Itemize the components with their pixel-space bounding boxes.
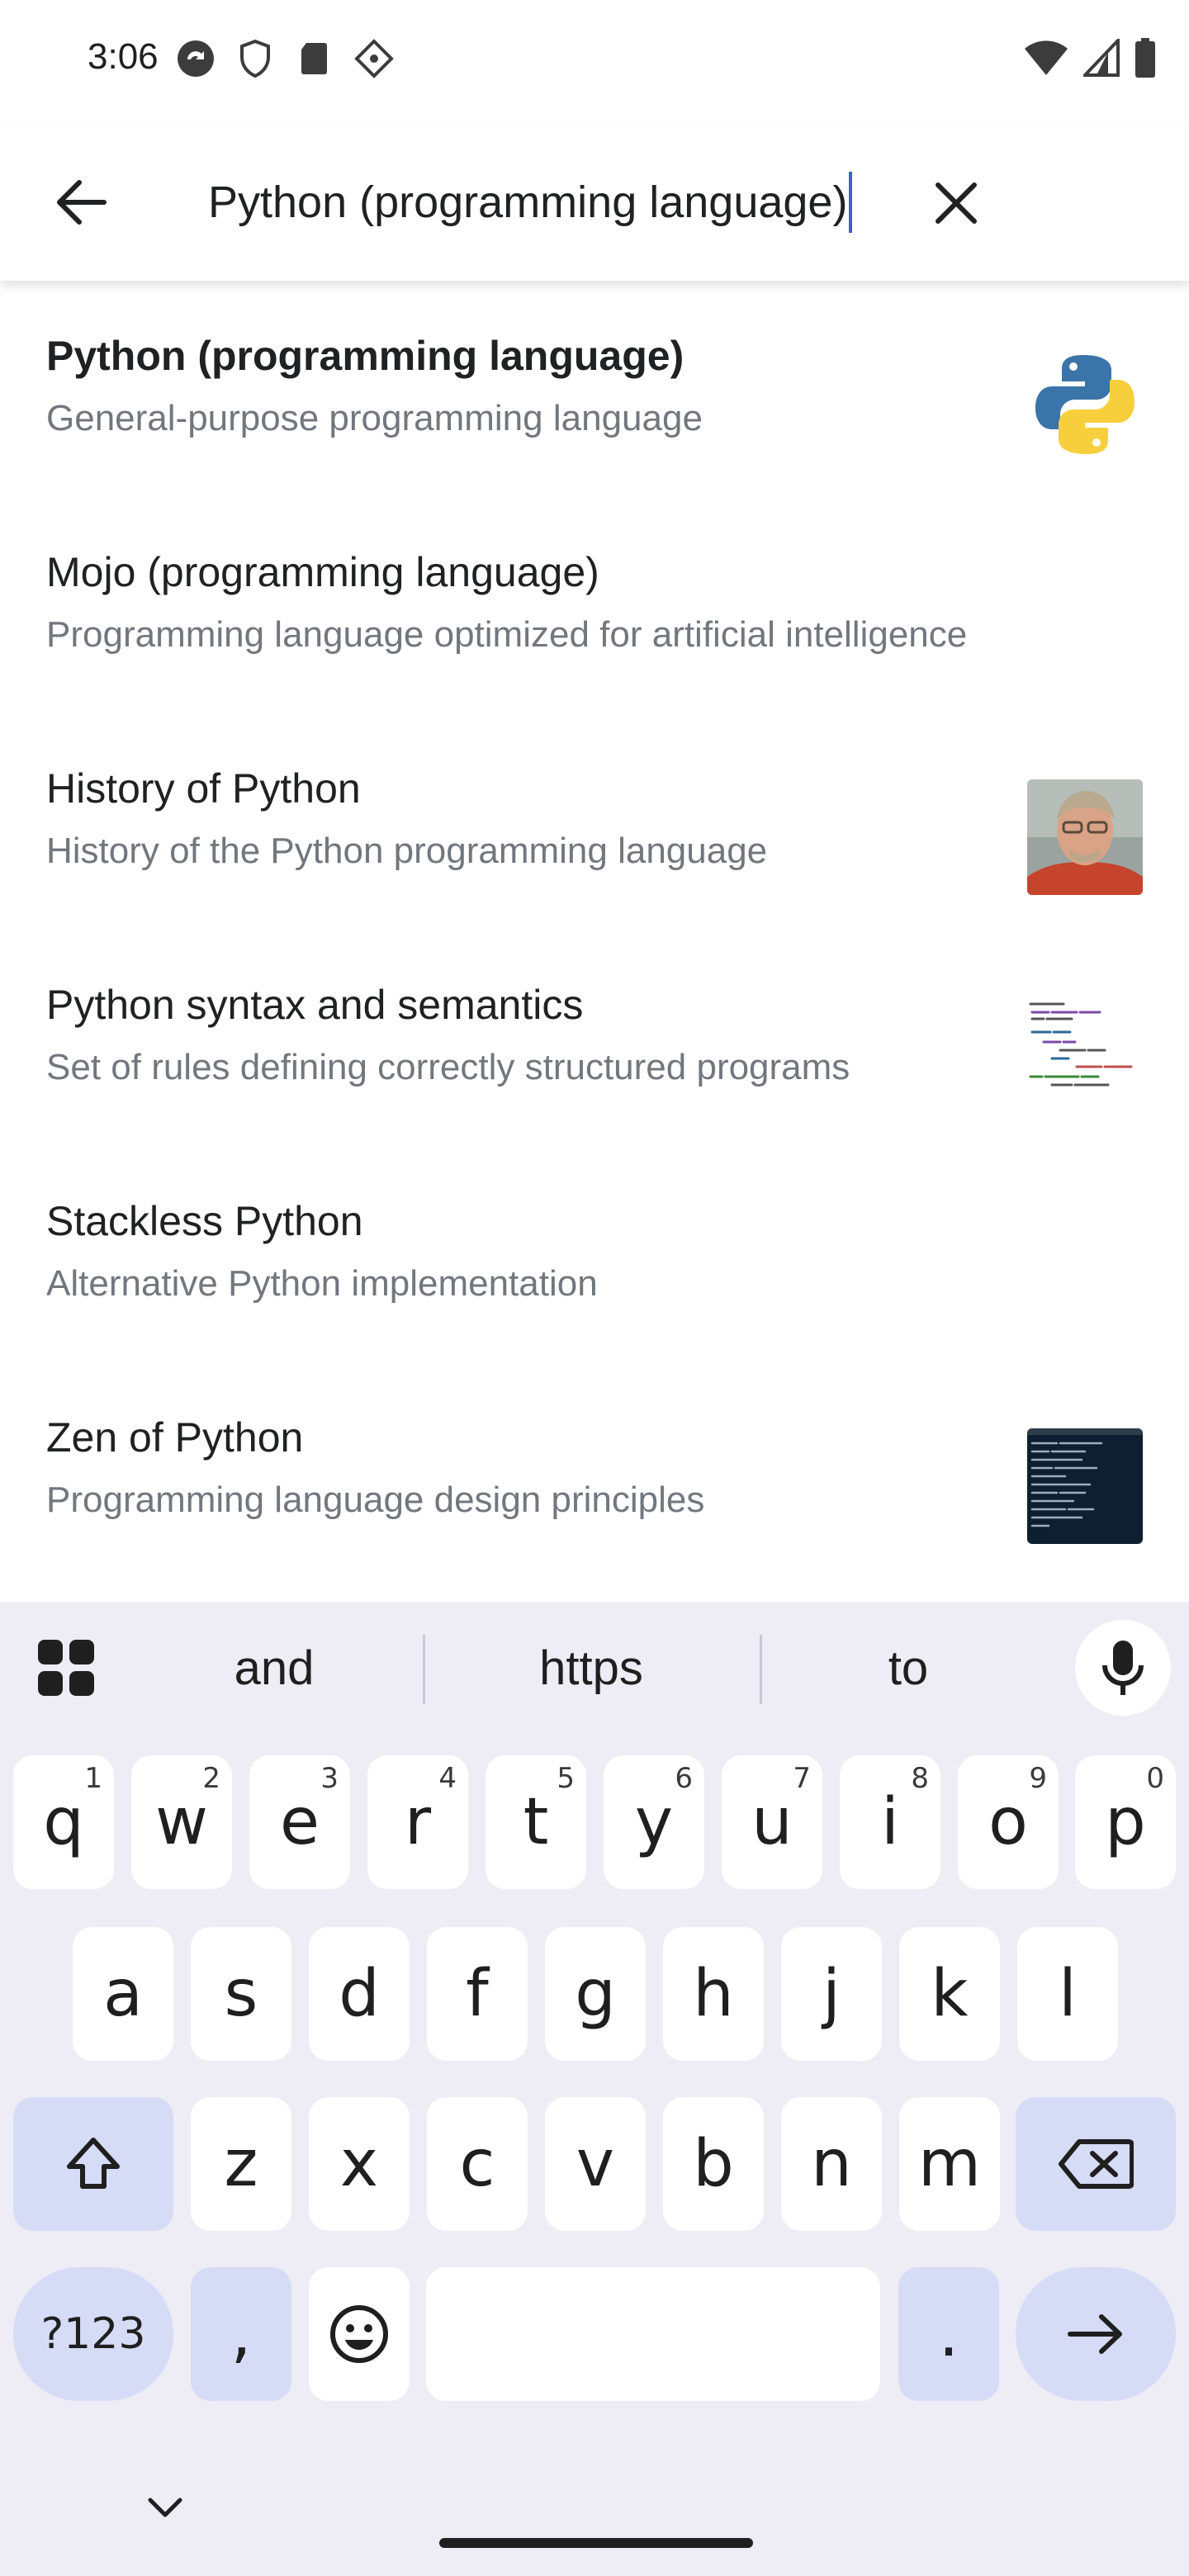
result-description: Set of rules defining correctly structur…	[46, 1047, 850, 1087]
go-key[interactable]	[1016, 2267, 1176, 2401]
key-v[interactable]: v	[545, 2097, 646, 2231]
suggestion-1[interactable]: and	[192, 1635, 357, 1701]
result-title: Python (programming language)	[46, 333, 685, 379]
search-result[interactable]: Python syntax and semantics Set of rules…	[0, 930, 1189, 1146]
key-p[interactable]: p0	[1075, 1755, 1176, 1889]
search-result[interactable]: History of Python History of the Python …	[0, 713, 1189, 930]
search-result[interactable]: Mojo (programming language) Programming …	[0, 497, 1189, 713]
hide-keyboard-button[interactable]	[145, 2495, 185, 2524]
key-d[interactable]: d	[309, 1927, 410, 2061]
suggestion-3[interactable]: to	[826, 1635, 991, 1701]
search-input[interactable]: Python (programming language)	[208, 157, 885, 248]
terminal-thumbnail	[1027, 1428, 1143, 1544]
suggestion-2[interactable]: https	[509, 1635, 674, 1701]
code-snippet-thumbnail	[1027, 996, 1143, 1111]
space-key[interactable]	[426, 2267, 880, 2401]
key-c[interactable]: c	[427, 2097, 528, 2231]
key-e[interactable]: e3	[249, 1755, 350, 1889]
comma-key[interactable]: ,	[191, 2267, 291, 2401]
key-q[interactable]: q1	[13, 1755, 114, 1889]
suggestion-divider	[760, 1635, 762, 1704]
key-s[interactable]: s	[191, 1927, 291, 2061]
microphone-icon	[1102, 1641, 1144, 1695]
chevron-down-icon	[148, 2498, 182, 2517]
key-k[interactable]: k	[899, 1927, 1000, 2061]
suggestion-strip: and https to	[0, 1602, 1189, 1734]
key-y[interactable]: y6	[604, 1755, 704, 1889]
sync-icon	[175, 38, 216, 79]
shield-icon	[234, 38, 276, 79]
emoji-icon	[330, 2305, 388, 2363]
result-description: Programming language design principles	[46, 1480, 705, 1520]
backspace-icon	[1059, 2139, 1134, 2189]
sd-card-icon	[294, 38, 335, 79]
search-result[interactable]: Zen of Python Programming language desig…	[0, 1362, 1189, 1579]
key-j[interactable]: j	[781, 1927, 882, 2061]
key-g[interactable]: g	[545, 1927, 646, 2061]
status-bar: 3:06	[0, 0, 1189, 124]
result-title: History of Python	[46, 765, 361, 812]
result-title: Mojo (programming language)	[46, 549, 599, 595]
arrow-right-icon	[1068, 2314, 1122, 2354]
key-t[interactable]: t5	[486, 1755, 586, 1889]
search-result[interactable]: Python (programming language) General-pu…	[0, 281, 1189, 497]
key-l[interactable]: l	[1017, 1927, 1118, 2061]
soft-keyboard: and https to q1 w2 e3 r4 t5 y6 u7 i8 o9 …	[0, 1602, 1189, 2576]
key-u[interactable]: u7	[722, 1755, 822, 1889]
signal-icon	[1081, 36, 1120, 81]
key-x[interactable]: x	[309, 2097, 410, 2231]
apps-grid-icon[interactable]	[36, 1638, 96, 1698]
result-description: Alternative Python implementation	[46, 1263, 598, 1304]
key-b[interactable]: b	[663, 2097, 764, 2231]
text-caret	[849, 172, 853, 233]
portrait-thumbnail	[1027, 779, 1143, 895]
arrow-left-icon	[57, 180, 107, 225]
key-f[interactable]: f	[427, 1927, 528, 2061]
status-time: 3:06	[88, 36, 159, 77]
search-results-list: Python (programming language) General-pu…	[0, 281, 1189, 1602]
status-icons-left	[175, 38, 395, 79]
back-button[interactable]	[40, 165, 122, 239]
search-query: Python (programming language)	[208, 178, 848, 227]
battery-icon	[1135, 38, 1156, 82]
result-title: Stackless Python	[46, 1198, 363, 1244]
key-o[interactable]: o9	[958, 1755, 1059, 1889]
wifi-icon	[1024, 39, 1068, 81]
status-icons-right	[1024, 36, 1156, 82]
shift-icon	[67, 2138, 120, 2189]
python-logo-thumbnail	[1027, 347, 1143, 462]
result-title: Zen of Python	[46, 1414, 304, 1461]
key-h[interactable]: h	[663, 1927, 764, 2061]
home-gesture-bar[interactable]	[439, 2538, 753, 2548]
key-n[interactable]: n	[781, 2097, 882, 2231]
search-header: Python (programming language)	[0, 124, 1189, 281]
voice-input-button[interactable]	[1075, 1620, 1171, 1716]
symbols-key[interactable]: ?123	[13, 2267, 173, 2401]
period-key[interactable]: .	[898, 2267, 999, 2401]
result-title: Python syntax and semantics	[46, 982, 584, 1028]
result-description: Programming language optimized for artif…	[46, 614, 968, 655]
key-z[interactable]: z	[191, 2097, 291, 2231]
result-description: General-purpose programming language	[46, 398, 703, 438]
backspace-key[interactable]	[1016, 2097, 1176, 2231]
key-m[interactable]: m	[899, 2097, 1000, 2231]
key-w[interactable]: w2	[131, 1755, 232, 1889]
key-i[interactable]: i8	[840, 1755, 940, 1889]
emoji-key[interactable]	[309, 2267, 410, 2401]
close-icon	[936, 182, 977, 224]
key-a[interactable]: a	[73, 1927, 173, 2061]
vpn-icon	[353, 38, 395, 79]
shift-key[interactable]	[13, 2097, 173, 2231]
suggestion-divider	[423, 1635, 425, 1704]
search-result[interactable]: Stackless Python Alternative Python impl…	[0, 1146, 1189, 1362]
clear-search-button[interactable]	[917, 163, 996, 243]
result-description: History of the Python programming langua…	[46, 831, 768, 871]
key-r[interactable]: r4	[367, 1755, 468, 1889]
